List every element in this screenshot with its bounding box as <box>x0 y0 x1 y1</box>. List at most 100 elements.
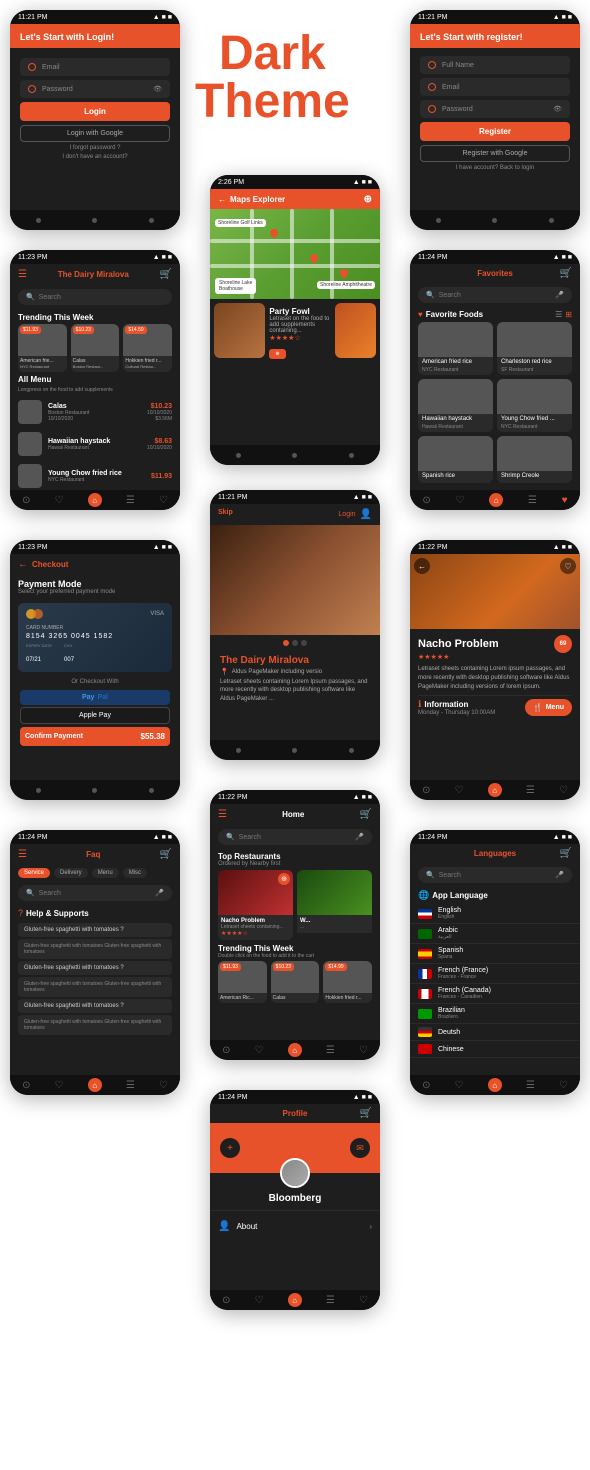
back-icon[interactable]: ← <box>218 195 226 204</box>
fav-card-4[interactable]: Young Chow fried ... NYC Restaurant <box>497 379 572 432</box>
faq-item-2[interactable]: Gluten-free spaghetti with tomatoes ? <box>18 961 172 975</box>
fav-card-2[interactable]: Charleston red rice SF Restaurant <box>497 322 572 375</box>
menu-item-2[interactable]: Hawaiian haystack Hawaii Restaurant $8.6… <box>10 428 180 460</box>
lang-spanish[interactable]: Spanish Spana <box>410 944 580 964</box>
register-button[interactable]: Register <box>420 122 570 141</box>
trending-card-1[interactable]: $11.93 American frie...NYC Restaurant <box>18 324 67 372</box>
rest-card-1[interactable]: Nacho Problem Letraset sheets containing… <box>218 870 293 940</box>
trending-card-2[interactable]: $10.23 CalasBoston Restaur... <box>71 324 120 372</box>
trend-card-1[interactable]: $11.93 American Ric... <box>218 961 267 1003</box>
profile-about-item[interactable]: 👤 About › <box>210 1217 380 1236</box>
status-bar-profile: 11:24 PM ▲ ■ ■ <box>210 1090 380 1104</box>
lang-french-canada[interactable]: French (Canada) Frances - Canadien <box>410 984 580 1004</box>
trend-card-3[interactable]: $14.99 Hokkien fried r... <box>323 961 372 1003</box>
lang-chinese[interactable]: Chinese <box>410 1041 580 1058</box>
lang-french-france[interactable]: French (France) Frances - France <box>410 964 580 984</box>
trending-heading: Trending This Week <box>10 309 180 324</box>
email-icon <box>28 63 36 71</box>
phone-login: 11:21 PM ▲ ■ ■ Let's Start with Login! E… <box>10 10 180 230</box>
phone-home: 11:22 PM ▲ ■ ■ ☰ Home 🛒 🔍Search🎤 Top Res… <box>210 790 380 1060</box>
detail-back-btn[interactable]: ← <box>414 558 430 574</box>
payment-mode-title: Payment Mode <box>18 579 172 589</box>
forgot-password-link[interactable]: I forgot password ? <box>10 145 180 151</box>
status-bar-maps: 2:26 PM ▲ ■ ■ <box>210 175 380 189</box>
email-field[interactable]: Email <box>20 58 170 76</box>
paypal-button[interactable]: Pay Pal <box>20 690 170 705</box>
menu-button[interactable]: 🍴 Menu <box>525 699 572 716</box>
lock-icon <box>28 85 36 93</box>
skip-button[interactable]: Skip <box>218 509 233 520</box>
phone-intro: 11:21 PM ▲ ■ ■ Skip Login 👤 The Dairy Mi… <box>210 490 380 760</box>
faq-section-title: Help & Supports <box>26 909 89 918</box>
menu-item-3[interactable]: Young Chow fried rice NYC Restaurant $11… <box>10 460 180 492</box>
bottom-nav-restaurant: ⊙ ♡ ⌂ ☰ ♡ <box>10 490 180 510</box>
credit-card: VISA CARD NUMBER 8154 3265 0045 1582 EXP… <box>18 603 172 672</box>
bottom-nav-profile: ⊙ ♡ ⌂ ☰ ♡ <box>210 1290 380 1310</box>
phone-restaurant: 11:23 PM ▲ ■ ■ ☰ The Dairy Miralova 🛒 🔍S… <box>10 250 180 510</box>
status-bar-intro: 11:21 PM ▲ ■ ■ <box>210 490 380 504</box>
languages-search[interactable]: 🔍Search🎤 <box>418 867 572 883</box>
languages-title: Languages <box>474 849 516 858</box>
faq-item-3[interactable]: Gluten-free spaghetti with tomatoes ? <box>18 999 172 1013</box>
food-detail-name: Nacho Problem <box>418 638 499 650</box>
faq-tab-misc[interactable]: Misc <box>123 868 147 878</box>
faq-search[interactable]: 🔍Search🎤 <box>18 885 172 901</box>
faq-tab-delivery[interactable]: Delivery <box>54 868 88 878</box>
fav-card-3[interactable]: Hawaiian haystack Hawaii Restaurant <box>418 379 493 432</box>
detail-favorite-btn[interactable]: ♡ <box>560 558 576 574</box>
phone-faq: 11:24 PM ▲ ■ ■ ☰ Faq 🛒 Service Delivery … <box>10 830 180 1095</box>
nav-recent <box>149 218 154 223</box>
map-area[interactable]: Shoreline LakeBoathouse Shoreline Golf L… <box>210 209 380 299</box>
restaurant-search[interactable]: 🔍Search <box>18 289 172 305</box>
profile-header-area: + ✉ <box>210 1123 380 1173</box>
fullname-field[interactable]: Full Name <box>420 56 570 74</box>
directions-btn[interactable]: ⊕ <box>269 349 285 359</box>
faq-item-1-answer: Gluten-free spaghetti with tomatoes Glut… <box>18 939 172 959</box>
lang-deutsh[interactable]: Deutsh <box>410 1024 580 1041</box>
login-button[interactable]: Login <box>20 102 170 121</box>
nav-home <box>92 218 97 223</box>
food-stars: ★★★★★ <box>418 653 572 661</box>
google-register-button[interactable]: Register with Google <box>420 145 570 162</box>
status-bar-restaurant: 11:23 PM ▲ ■ ■ <box>10 250 180 264</box>
profile-username: Bloomberg <box>210 1193 380 1204</box>
food-detail-image: ← ♡ <box>410 554 580 629</box>
favorites-grid: American fried rice NYC Restaurant Charl… <box>410 322 580 483</box>
lang-brazilian[interactable]: Brazilian Brazilero <box>410 1004 580 1024</box>
faq-tab-service[interactable]: Service <box>18 868 50 878</box>
fav-card-6[interactable]: Shrimp Creole <box>497 436 572 483</box>
payment-mode-sub: Select your preferred payment mode <box>18 589 172 595</box>
title-dark: Dark <box>195 30 350 78</box>
lang-arabic[interactable]: Arabic العربية <box>410 924 580 944</box>
home-search[interactable]: 🔍Search🎤 <box>218 829 372 845</box>
faq-tab-menu[interactable]: Menu <box>92 868 119 878</box>
add-photo-btn[interactable]: + <box>220 1138 240 1158</box>
phone-checkout: 11:23 PM ▲ ■ ■ ← Checkout Payment Mode S… <box>10 540 180 800</box>
trending-card-3[interactable]: $14.59 Hokkien fried r...Cultural Restau… <box>123 324 172 372</box>
reg-password-field[interactable]: Password 👁 <box>420 100 570 118</box>
status-bar-register: 11:21 PM ▲ ■ ■ <box>410 10 580 24</box>
back-login-link[interactable]: I have account? Back to login <box>410 165 580 171</box>
app-language-title: App Language <box>432 891 488 900</box>
all-menu-header: All Menu <box>10 372 180 387</box>
apple-pay-button[interactable]: Apple Pay <box>20 707 170 724</box>
lang-english[interactable]: English English <box>410 904 580 924</box>
edit-profile-btn[interactable]: ✉ <box>350 1138 370 1158</box>
google-login-button[interactable]: Login with Google <box>20 125 170 142</box>
favorites-search[interactable]: 🔍Search🎤 <box>418 287 572 303</box>
reg-email-field[interactable]: Email <box>420 78 570 96</box>
menu-item-1[interactable]: Calas Boston Restaurant 10/10/2020 $10.2… <box>10 396 180 428</box>
or-checkout-text: Or Checkout With <box>10 676 180 688</box>
email-icon-reg <box>428 83 436 91</box>
faq-item-1[interactable]: Gluten-free spaghetti with tomatoes ? <box>18 923 172 937</box>
no-account-link[interactable]: I don't have an account? <box>10 154 180 160</box>
trend-card-2[interactable]: $10.23 Calas <box>271 961 320 1003</box>
rest-card-2[interactable]: W... ... <box>297 870 372 940</box>
fav-card-1[interactable]: American fried rice NYC Restaurant <box>418 322 493 375</box>
fav-card-5[interactable]: Spanish rice <box>418 436 493 483</box>
lock-icon-reg <box>428 105 436 113</box>
intro-login-button[interactable]: Login <box>338 511 355 518</box>
password-field[interactable]: Password 👁 <box>20 80 170 98</box>
map-pin-2 <box>308 252 319 263</box>
confirm-payment-button[interactable]: Confirm Payment $55.38 <box>20 727 170 746</box>
